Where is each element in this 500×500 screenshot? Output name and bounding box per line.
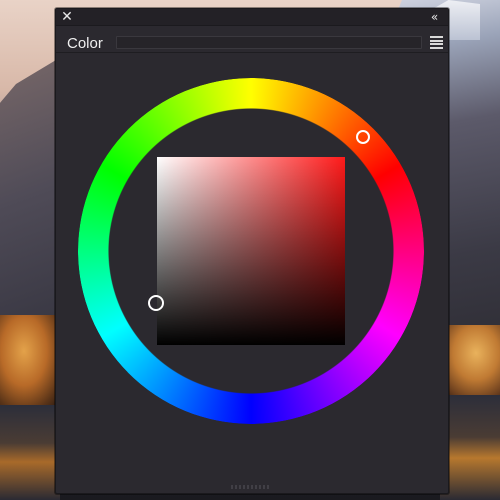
background-water-right: [440, 395, 500, 500]
double-chevron-left-icon[interactable]: «: [426, 10, 442, 24]
background-grass-right: [440, 325, 500, 395]
tab-strip: [116, 36, 422, 49]
color-panel: ✕ « Color: [55, 8, 449, 494]
resize-grip[interactable]: [231, 485, 271, 489]
panel-tab-row: Color: [56, 26, 448, 53]
background-water-left: [0, 405, 60, 500]
hamburger-menu-icon[interactable]: [430, 36, 443, 49]
color-wheel: [78, 78, 424, 424]
panel-titlebar[interactable]: ✕ «: [56, 9, 448, 26]
hue-handle[interactable]: [356, 130, 370, 144]
saturation-value-handle[interactable]: [148, 295, 164, 311]
saturation-value-square[interactable]: [157, 157, 345, 345]
background-grass-left: [0, 315, 60, 405]
panel-title[interactable]: Color: [67, 35, 103, 53]
close-icon[interactable]: ✕: [60, 10, 74, 24]
